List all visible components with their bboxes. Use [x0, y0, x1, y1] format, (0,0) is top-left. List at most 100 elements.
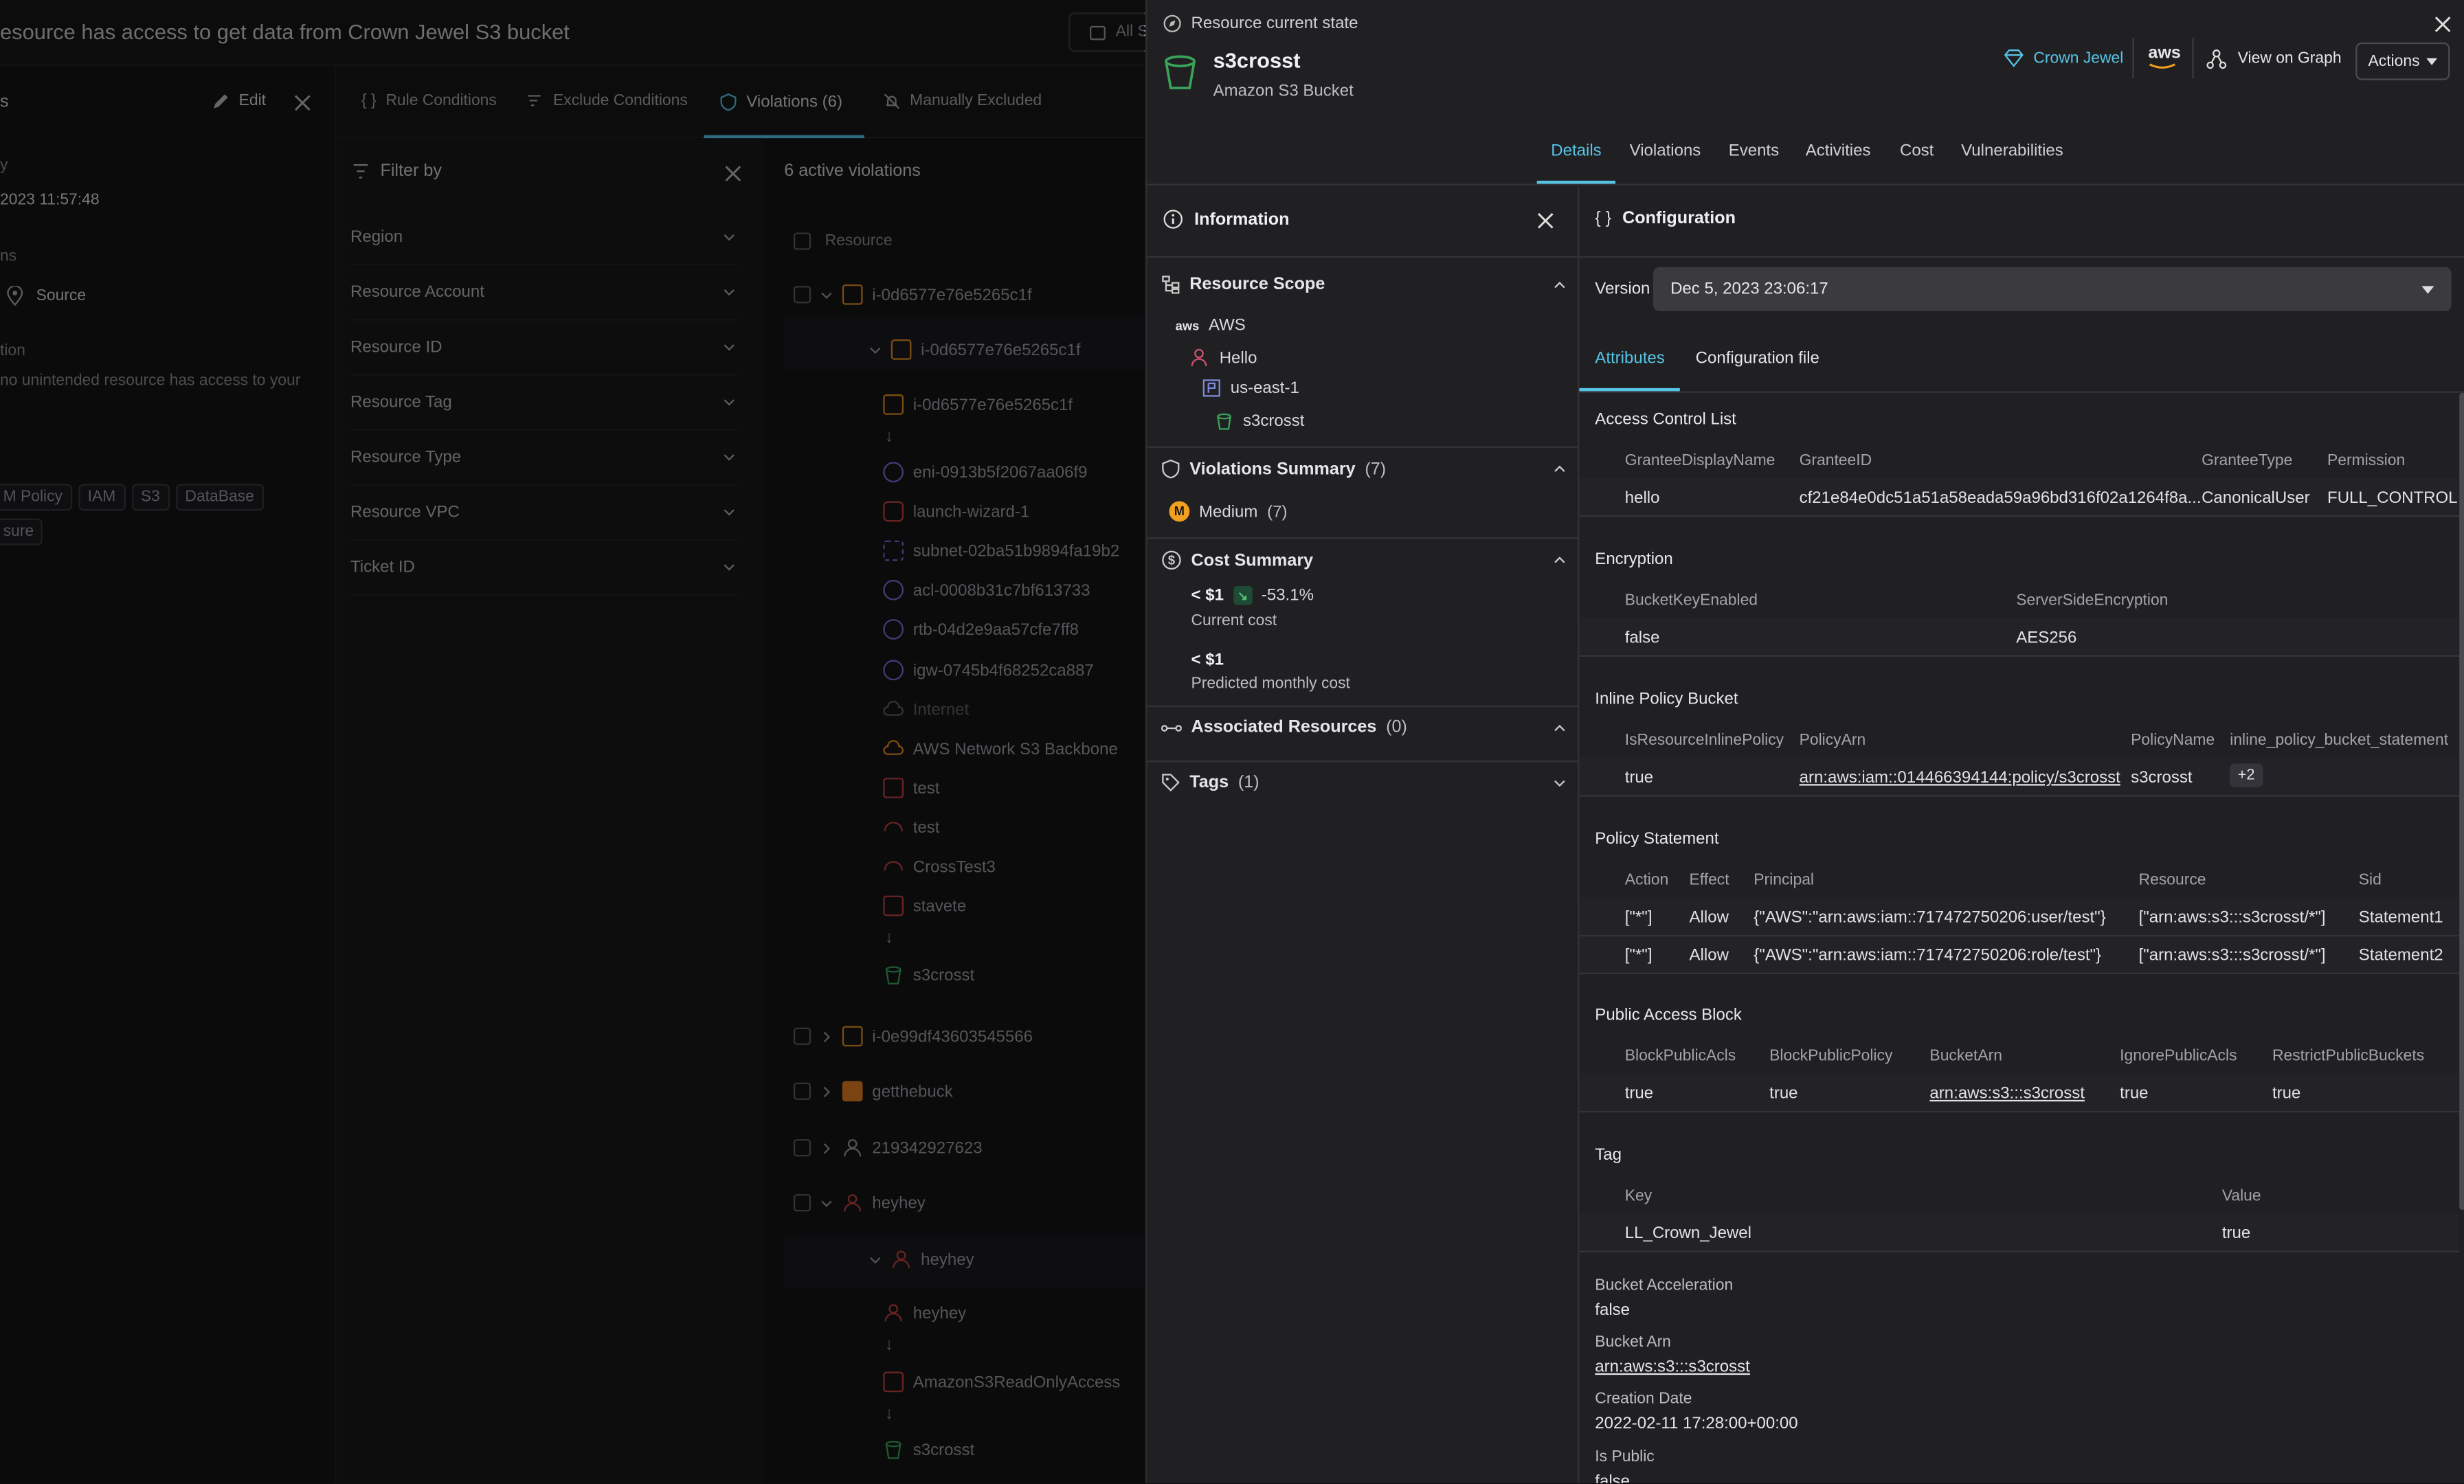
property-label: Bucket Acceleration: [1595, 1277, 1734, 1295]
resource-type: Amazon S3 Bucket: [1213, 81, 1354, 101]
acl-title: Access Control List: [1595, 409, 1736, 429]
cost-change: -53.1%: [1261, 586, 1314, 605]
column-header: Key: [1624, 1187, 1653, 1206]
divider: [1579, 1110, 2460, 1113]
chevron-up-icon: [1554, 723, 1565, 731]
resource-scope-header[interactable]: Resource Scope: [1161, 275, 1567, 294]
table-cell: s3crosst: [2131, 768, 2193, 787]
configuration-header: { } Configuration: [1595, 209, 1736, 227]
trend-down-icon: ↘: [1233, 586, 1253, 605]
table-cell: ["*"]: [1624, 908, 1653, 928]
diamond-icon: [2004, 49, 2024, 67]
violations-summary-header[interactable]: Violations Summary (7): [1161, 459, 1567, 480]
section-count: (1): [1237, 773, 1259, 792]
information-title: Information: [1194, 210, 1290, 229]
section-title: Cost Summary: [1191, 550, 1314, 570]
property-value: false: [1595, 1472, 1631, 1483]
tab-vulnerabilities[interactable]: Vulnerabilities: [1961, 142, 2063, 160]
column-header: Sid: [2358, 872, 2382, 890]
column-header: BlockPublicAcls: [1624, 1048, 1736, 1066]
view-graph-label: View on Graph: [2237, 50, 2342, 68]
table-cell: true: [1769, 1084, 1798, 1103]
close-icon[interactable]: [1537, 212, 1554, 229]
divider: [1579, 1250, 2460, 1252]
scrollbar-thumb[interactable]: [2459, 392, 2464, 1210]
column-header: BucketKeyEnabled: [1624, 592, 1758, 610]
column-header: Principal: [1754, 872, 1815, 890]
column-header: GranteeID: [1799, 452, 1872, 470]
current-cost-label: Current cost: [1191, 612, 1277, 631]
close-icon[interactable]: [2434, 16, 2452, 33]
aws-icon: aws: [1175, 318, 1200, 333]
bucket-arn-link[interactable]: arn:aws:s3:::s3crosst: [1595, 1358, 1750, 1376]
column-header: BucketArn: [1929, 1048, 2002, 1066]
shield-icon: [1162, 459, 1180, 479]
view-on-graph-button[interactable]: View on Graph: [2206, 49, 2342, 69]
actions-label: Actions: [2368, 52, 2420, 70]
information-panel: Information Resource Scope aws AWS Hello: [1147, 187, 1580, 1483]
column-header: RestrictPublicBuckets: [2272, 1048, 2425, 1066]
app-root: esource has access to get data from Crow…: [0, 0, 2464, 1483]
more-statements-chip[interactable]: +2: [2230, 763, 2263, 787]
attributes-scroll-area[interactable]: Access Control List GranteeDisplayName G…: [1579, 392, 2464, 1483]
scope-label: us-east-1: [1230, 379, 1299, 398]
s3-bucket-icon: [1165, 55, 1196, 89]
divider: [1147, 446, 1580, 448]
crown-jewel-badge: Crown Jewel: [2004, 49, 2123, 67]
region-flag-icon: [1202, 379, 1220, 397]
tab-events[interactable]: Events: [1729, 142, 1779, 160]
subtab-configuration-file[interactable]: Configuration file: [1696, 349, 1819, 368]
configuration-title: Configuration: [1622, 209, 1736, 228]
version-label: Version: [1595, 280, 1650, 299]
property-label: Bucket Arn: [1595, 1334, 1671, 1351]
dollar-circle-icon: $: [1162, 550, 1181, 570]
active-tab-indicator: [1536, 181, 1616, 184]
subtab-attributes[interactable]: Attributes: [1595, 349, 1664, 368]
tab-activities[interactable]: Activities: [1806, 142, 1871, 160]
actions-dropdown[interactable]: Actions: [2355, 42, 2450, 80]
severity-medium[interactable]: M Medium (7): [1169, 501, 1288, 522]
table-cell: true: [2272, 1084, 2301, 1103]
state-text: Resource current state: [1191, 14, 1358, 34]
modal-backdrop[interactable]: [0, 0, 1144, 1483]
column-header: IsResourceInlinePolicy: [1624, 732, 1784, 750]
chevron-up-icon: [1554, 465, 1565, 472]
s3-bucket-icon: [1217, 413, 1231, 430]
tag-title: Tag: [1595, 1145, 1622, 1165]
version-value: Dec 5, 2023 23:06:17: [1670, 280, 1828, 299]
tags-header[interactable]: Tags (1): [1161, 773, 1567, 792]
aws-logo-text: aws: [2148, 44, 2181, 63]
scope-item-bucket: s3crosst: [1215, 412, 1304, 431]
table-cell: true: [1624, 768, 1654, 787]
section-count: (0): [1386, 718, 1407, 737]
current-cost-value: < $1: [1191, 586, 1224, 605]
tab-cost[interactable]: Cost: [1900, 142, 1934, 160]
resource-drawer: Resource current state s3crosst Amazon S…: [1145, 0, 2464, 1483]
column-header: PolicyName: [2131, 732, 2215, 750]
property-value: 2022-02-11 17:28:00+00:00: [1595, 1414, 1798, 1433]
bucket-arn-link[interactable]: arn:aws:s3:::s3crosst: [1929, 1084, 2085, 1103]
chevron-up-icon: [1554, 280, 1565, 288]
divider: [2132, 37, 2134, 79]
column-header: Effect: [1689, 872, 1729, 890]
hierarchy-icon: [1162, 276, 1180, 294]
encryption-title: Encryption: [1595, 550, 1673, 569]
version-select[interactable]: Dec 5, 2023 23:06:17: [1653, 267, 2452, 311]
column-header: PolicyArn: [1799, 732, 1866, 750]
policy-arn-link[interactable]: arn:aws:iam::014466394144:policy/s3cross…: [1800, 768, 2120, 787]
cost-summary-header[interactable]: $ Cost Summary: [1161, 550, 1567, 570]
column-header: inline_policy_bucket_statement: [2230, 732, 2449, 750]
current-cost-row: < $1 ↘ -53.1%: [1191, 586, 1314, 605]
tab-details[interactable]: Details: [1551, 142, 1601, 160]
divider: [1579, 256, 2464, 258]
graph-icon: [2206, 49, 2227, 69]
section-title: Tags: [1189, 773, 1229, 792]
associated-resources-header[interactable]: Associated Resources (0): [1161, 718, 1567, 737]
tab-violations[interactable]: Violations: [1630, 142, 1701, 160]
scope-item-aws: aws AWS: [1176, 316, 1246, 335]
predicted-cost-value: < $1: [1191, 650, 1224, 670]
info-icon: [1163, 210, 1183, 229]
severity-badge: M: [1169, 501, 1190, 522]
section-count: (7): [1365, 459, 1387, 479]
table-cell: hello: [1624, 488, 1660, 508]
